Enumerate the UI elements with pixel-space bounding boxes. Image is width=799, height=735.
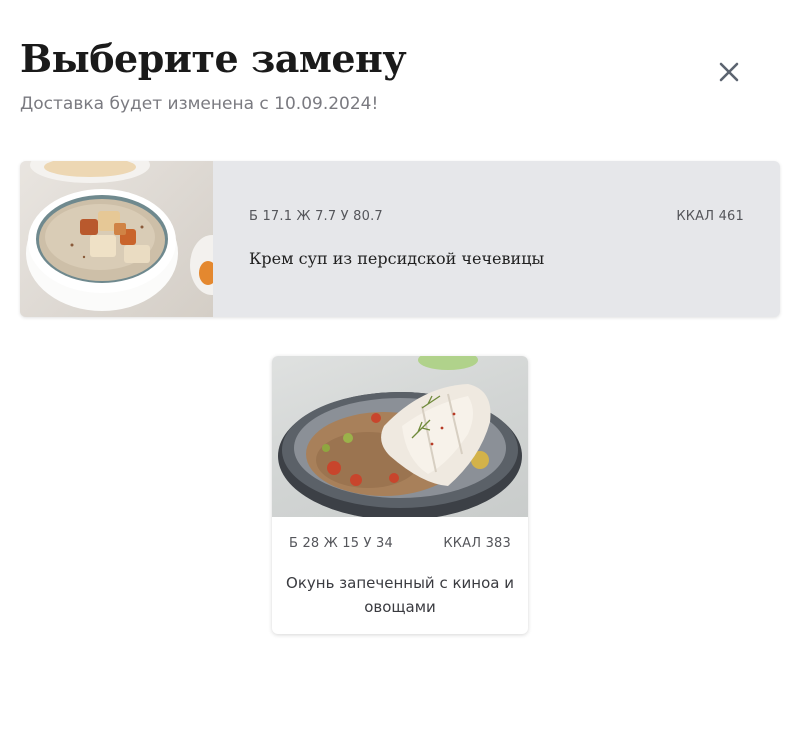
option-name: Окунь запеченный с киноа и овощами [286,574,514,616]
modal-title: Выберите замену [20,36,407,81]
fish-quinoa-plate-image [272,356,528,517]
modal-subtitle: Доставка будет изменена с 10.09.2024! [20,94,379,114]
close-button[interactable] [712,55,746,89]
current-dish-card: Б 17.1 Ж 7.7 У 80.7 ККАЛ 461 Крем суп из… [20,161,780,317]
close-icon [719,62,739,82]
current-dish-name: Крем суп из персидской чечевицы [249,249,545,268]
current-dish-macros: Б 17.1 Ж 7.7 У 80.7 [249,209,383,224]
replacement-modal: Выберите замену Доставка будет изменена … [0,0,799,735]
soup-bowl-image [20,161,213,317]
current-dish-info: Б 17.1 Ж 7.7 У 80.7 ККАЛ 461 Крем суп из… [213,161,780,317]
replacement-option-card[interactable]: Б 28 Ж 15 У 34 ККАЛ 383 Окунь запеченный… [272,356,528,634]
option-macros: Б 28 Ж 15 У 34 [289,536,393,551]
option-kcal: ККАЛ 383 [443,536,511,551]
current-dish-kcal: ККАЛ 461 [676,209,744,224]
